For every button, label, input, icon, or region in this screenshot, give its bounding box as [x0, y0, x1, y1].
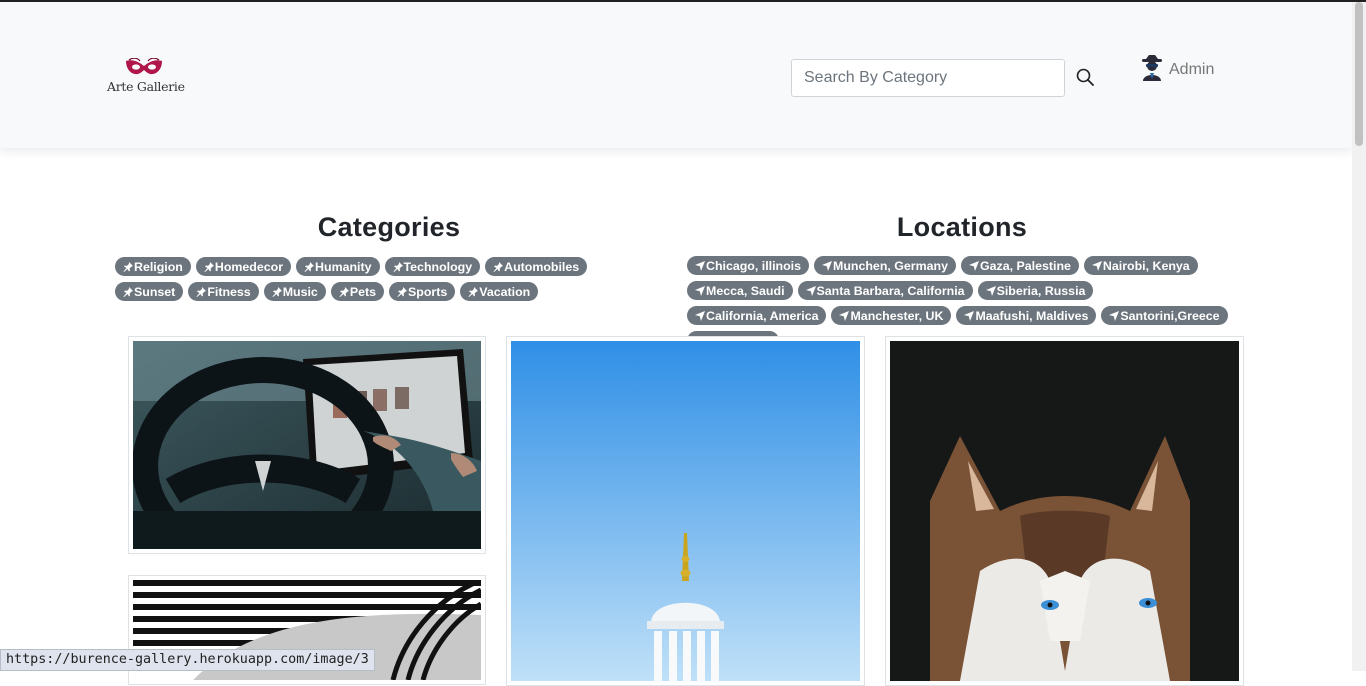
pin-icon — [339, 286, 350, 297]
navbar: Arte Gallerie Admin — [0, 2, 1352, 148]
admin-menu[interactable]: Admin — [1141, 53, 1214, 83]
location-arrow-icon — [822, 260, 833, 271]
gallery-card[interactable] — [885, 336, 1244, 686]
location-arrow-icon — [1109, 310, 1120, 321]
mask-icon — [126, 58, 162, 75]
category-chip-label: Fitness — [207, 284, 251, 299]
category-chip-label: Pets — [349, 284, 377, 299]
category-chip[interactable]: Sunset — [115, 282, 184, 301]
scrollbar-thumb[interactable] — [1355, 2, 1363, 146]
pin-icon — [272, 286, 283, 297]
location-chip[interactable]: Siberia, Russia — [977, 281, 1094, 300]
location-chip-label: Santorini,Greece — [1120, 308, 1220, 323]
category-chip-list: Religion Homedecor Humanity Technology Autom… — [115, 257, 655, 301]
location-chip-label: Manchester, UK — [850, 308, 944, 323]
category-chip-label: Humanity — [315, 259, 372, 274]
locations-title: Locations — [896, 212, 1028, 242]
pin-icon — [123, 261, 134, 272]
brand-logo[interactable]: Arte Gallerie — [106, 58, 185, 98]
location-chip[interactable]: Gaza, Palestine — [961, 256, 1079, 275]
location-chip[interactable]: Chicago, illinois — [687, 256, 810, 275]
category-chip-label: Technology — [403, 259, 473, 274]
pin-icon — [468, 286, 479, 297]
gallery-image-car-interior[interactable] — [133, 341, 481, 549]
gallery-card[interactable] — [128, 336, 486, 554]
location-arrow-icon — [805, 285, 817, 296]
spy-avatar-icon — [1142, 55, 1162, 81]
location-arrow-icon — [1091, 260, 1103, 271]
location-arrow-icon — [964, 310, 975, 321]
category-chip-label: Homedecor — [214, 259, 284, 274]
pin-icon — [304, 261, 315, 272]
location-chip-label: Maafushi, Maldives — [975, 308, 1089, 323]
category-chip-label: Sports — [408, 284, 448, 299]
location-chip[interactable]: Munchen, Germany — [814, 256, 956, 275]
pin-icon — [393, 261, 404, 272]
category-chip[interactable]: Music — [263, 282, 326, 301]
pin-icon — [196, 286, 207, 297]
category-chip[interactable]: Sports — [389, 282, 456, 301]
location-chip-label: Munchen, Germany — [833, 258, 948, 273]
status-bar-url: https://burence-gallery.herokuapp.com/im… — [0, 649, 375, 671]
location-chip-label: Mecca, Saudi — [706, 283, 785, 298]
category-chip-label: Vacation — [479, 284, 531, 299]
pin-icon — [123, 286, 134, 297]
location-chip-label: Santa Barbara, California — [816, 283, 965, 298]
location-chip[interactable]: Nairobi, Kenya — [1083, 256, 1198, 275]
search-button[interactable] — [1075, 68, 1095, 88]
category-chip[interactable]: Homedecor — [195, 257, 292, 276]
category-chip[interactable]: Humanity — [296, 257, 380, 276]
location-chip-label: Siberia, Russia — [996, 283, 1086, 298]
admin-label: Admin — [1169, 61, 1215, 78]
location-chip[interactable]: Mecca, Saudi — [687, 281, 793, 300]
location-arrow-icon — [695, 285, 706, 296]
location-chip-label: California, America — [706, 308, 819, 323]
category-chip[interactable]: Technology — [384, 257, 481, 276]
gallery-image-dome[interactable] — [511, 341, 860, 681]
category-chip[interactable]: Automobiles — [485, 257, 588, 276]
category-chip[interactable]: Religion — [115, 257, 191, 276]
location-arrow-icon — [985, 285, 997, 296]
location-chip[interactable]: Santa Barbara, California — [797, 281, 973, 300]
location-chip[interactable]: Maafushi, Maldives — [956, 306, 1097, 325]
location-arrow-icon — [695, 310, 706, 321]
brand-name: Arte Gallerie — [107, 79, 185, 94]
page-scrollbar[interactable] — [1352, 2, 1366, 671]
search-input[interactable] — [791, 59, 1065, 97]
location-arrow-icon — [969, 260, 980, 271]
gallery-card[interactable] — [506, 336, 865, 686]
location-chip-label: Nairobi, Kenya — [1102, 258, 1190, 273]
gallery-image-husky[interactable] — [890, 341, 1239, 681]
pin-icon — [493, 261, 504, 272]
pin-icon — [397, 286, 408, 297]
category-chip-label: Music — [282, 284, 318, 299]
category-chip[interactable]: Pets — [330, 282, 385, 301]
category-chip-label: Automobiles — [504, 259, 580, 274]
category-chip-label: Religion — [134, 259, 183, 274]
location-arrow-icon — [695, 260, 706, 271]
category-chip-label: Sunset — [134, 284, 176, 299]
location-arrow-icon — [839, 310, 850, 321]
category-chip[interactable]: Vacation — [460, 282, 539, 301]
location-chip[interactable]: California, America — [687, 306, 827, 325]
location-chip[interactable]: Manchester, UK — [831, 306, 952, 325]
location-chip-label: Gaza, Palestine — [980, 258, 1071, 273]
pin-icon — [204, 261, 215, 272]
location-chip[interactable]: Santorini,Greece — [1101, 306, 1228, 325]
location-chip-label: Chicago, illinois — [706, 258, 802, 273]
search-icon — [1076, 68, 1094, 86]
category-chip[interactable]: Fitness — [188, 282, 259, 301]
categories-title: Categories — [317, 212, 461, 242]
